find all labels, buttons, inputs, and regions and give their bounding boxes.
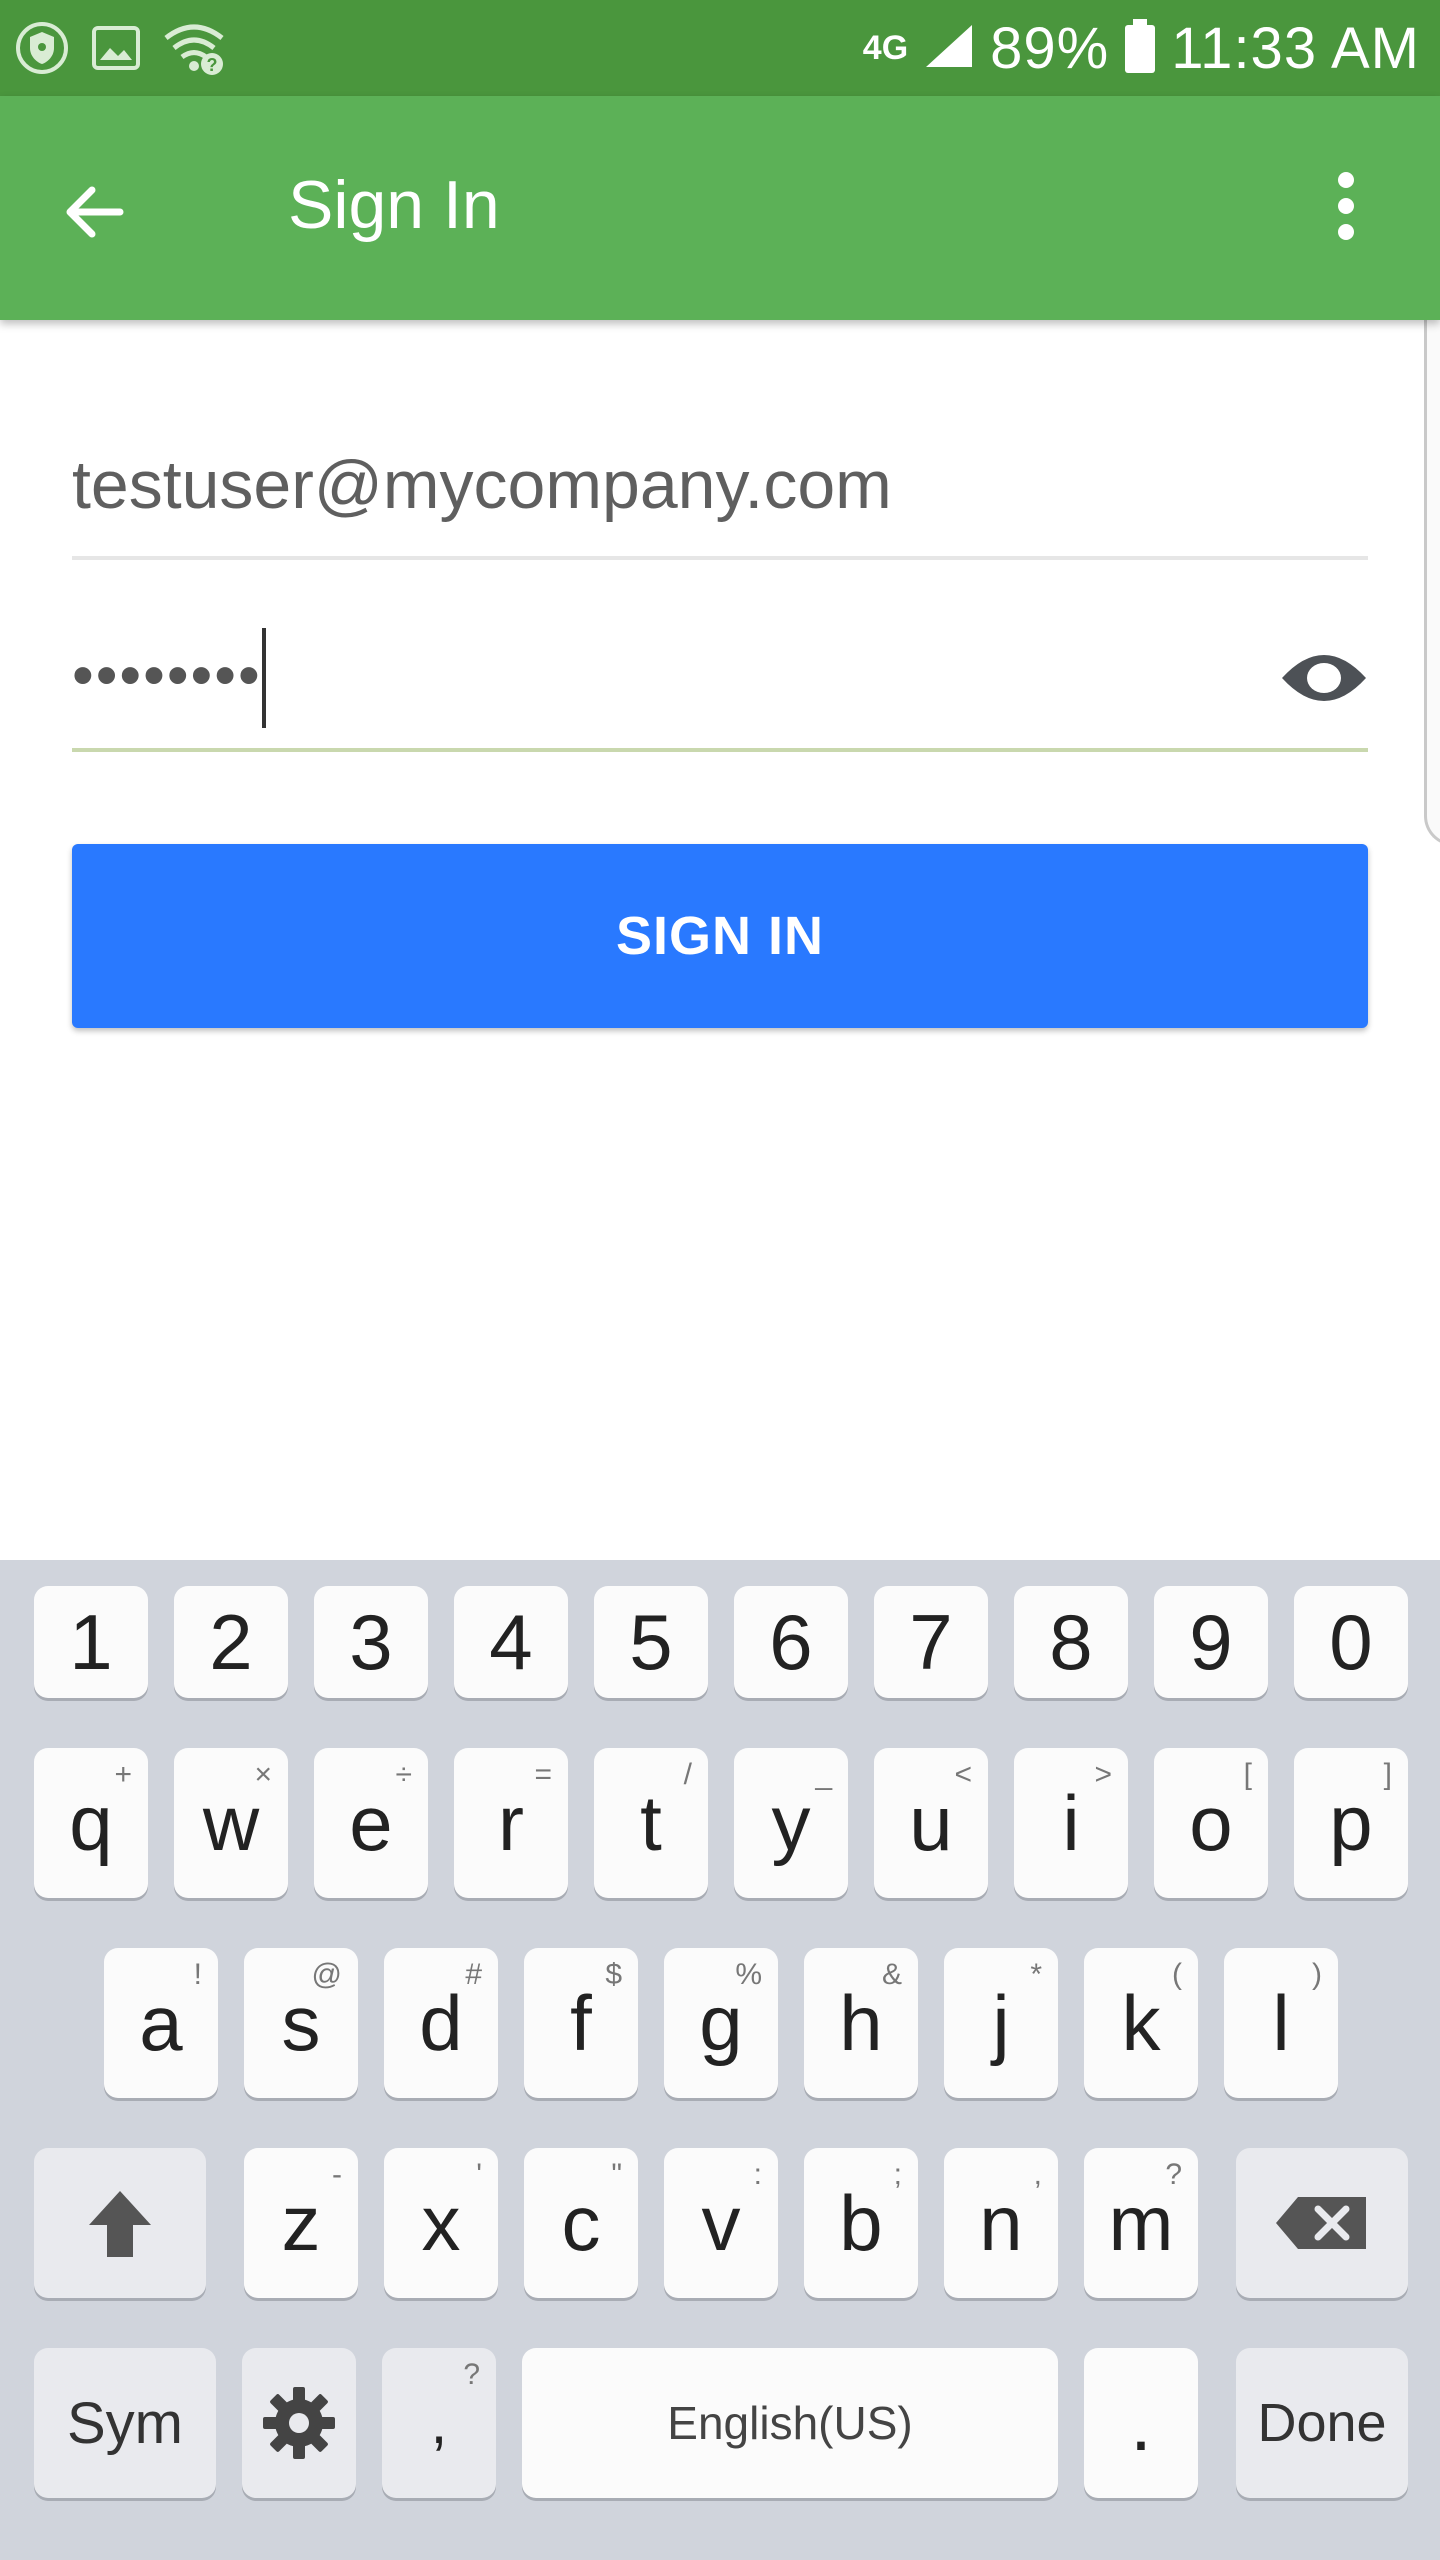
key-9[interactable]: 9: [1154, 1586, 1268, 1698]
key-l[interactable]: ) l: [1224, 1948, 1338, 2098]
status-bar: ? 4G 89% 11:33 AM: [0, 0, 1440, 96]
password-field[interactable]: ••••••••: [72, 610, 1368, 752]
key-a[interactable]: ! a: [104, 1948, 218, 2098]
app-bar: Sign In: [0, 96, 1440, 320]
svg-text:?: ?: [207, 55, 218, 75]
text-cursor: [262, 628, 266, 728]
key-z[interactable]: -z: [244, 2148, 358, 2298]
email-field[interactable]: testuser@mycompany.com: [72, 420, 1368, 560]
wifi-question-icon: ?: [162, 20, 226, 81]
key-s[interactable]: @ s: [244, 1948, 358, 2098]
backspace-key[interactable]: [1236, 2148, 1408, 2298]
key-r[interactable]: = r: [454, 1748, 568, 1898]
status-bar-right: 4G 89% 11:33 AM: [863, 0, 1420, 96]
key-4[interactable]: 4: [454, 1586, 568, 1698]
battery-icon: [1123, 17, 1157, 80]
key-k[interactable]: (k: [1084, 1948, 1198, 2098]
key-6[interactable]: 6: [734, 1586, 848, 1698]
battery-percent: 89%: [990, 15, 1110, 81]
period-key[interactable]: .: [1084, 2348, 1198, 2498]
key-0[interactable]: 0: [1294, 1586, 1408, 1698]
key-y[interactable]: _ y: [734, 1748, 848, 1898]
key-e[interactable]: ÷ e: [314, 1748, 428, 1898]
key-b[interactable]: ; b: [804, 2148, 918, 2298]
more-vert-icon: [1338, 172, 1354, 240]
email-value: testuser@mycompany.com: [72, 447, 892, 523]
key-2[interactable]: 2: [174, 1586, 288, 1698]
signal-icon: [922, 21, 976, 76]
backspace-icon: [1276, 2197, 1366, 2249]
key-g[interactable]: % g: [664, 1948, 778, 2098]
image-icon: [90, 22, 142, 79]
overflow-menu-button[interactable]: [1296, 156, 1396, 256]
key-7[interactable]: 7: [874, 1586, 988, 1698]
comma-key[interactable]: ?,: [382, 2348, 496, 2498]
shield-icon: [14, 20, 70, 81]
key-u[interactable]: < u: [874, 1748, 988, 1898]
sym-key[interactable]: Sym: [34, 2348, 216, 2498]
key-x[interactable]: ' x: [384, 2148, 498, 2298]
shift-arrow-icon: [89, 2191, 151, 2257]
settings-key[interactable]: [242, 2348, 356, 2498]
key-3[interactable]: 3: [314, 1586, 428, 1698]
key-n[interactable]: ,n: [944, 2148, 1058, 2298]
key-w[interactable]: × w: [174, 1748, 288, 1898]
key-i[interactable]: > i: [1014, 1748, 1128, 1898]
key-t[interactable]: / t: [594, 1748, 708, 1898]
key-5[interactable]: 5: [594, 1586, 708, 1698]
key-d[interactable]: # d: [384, 1948, 498, 2098]
key-1[interactable]: 1: [34, 1586, 148, 1698]
edge-panel-handle[interactable]: [1424, 256, 1440, 846]
key-j[interactable]: * j: [944, 1948, 1058, 2098]
gear-icon: [263, 2387, 335, 2459]
key-p[interactable]: ] p: [1294, 1748, 1408, 1898]
show-password-button[interactable]: [1274, 638, 1374, 718]
arrow-left-icon: [66, 186, 124, 238]
done-key[interactable]: Done: [1236, 2348, 1408, 2498]
sign-in-button[interactable]: SIGN IN: [72, 844, 1368, 1028]
key-c[interactable]: " c: [524, 2148, 638, 2298]
key-h[interactable]: & h: [804, 1948, 918, 2098]
space-key[interactable]: English(US): [522, 2348, 1058, 2498]
key-m[interactable]: ? m: [1084, 2148, 1198, 2298]
network-type: 4G: [862, 28, 909, 67]
page-title: Sign In: [288, 167, 500, 243]
status-bar-left-icons: ?: [14, 20, 226, 81]
eye-icon: [1282, 655, 1366, 701]
shift-key[interactable]: [34, 2148, 206, 2298]
key-8[interactable]: 8: [1014, 1586, 1128, 1698]
key-q[interactable]: + q: [34, 1748, 148, 1898]
key-v[interactable]: :v: [664, 2148, 778, 2298]
back-button[interactable]: [44, 162, 144, 262]
password-value: ••••••••: [72, 641, 262, 710]
soft-keyboard: 1 2 3 4 5 6 7 8 9 0 + q × w ÷ e = r / t _ y < u…: [0, 1560, 1440, 2560]
key-o[interactable]: [o: [1154, 1748, 1268, 1898]
key-f[interactable]: $ f: [524, 1948, 638, 2098]
clock: 11:33 AM: [1171, 15, 1420, 81]
